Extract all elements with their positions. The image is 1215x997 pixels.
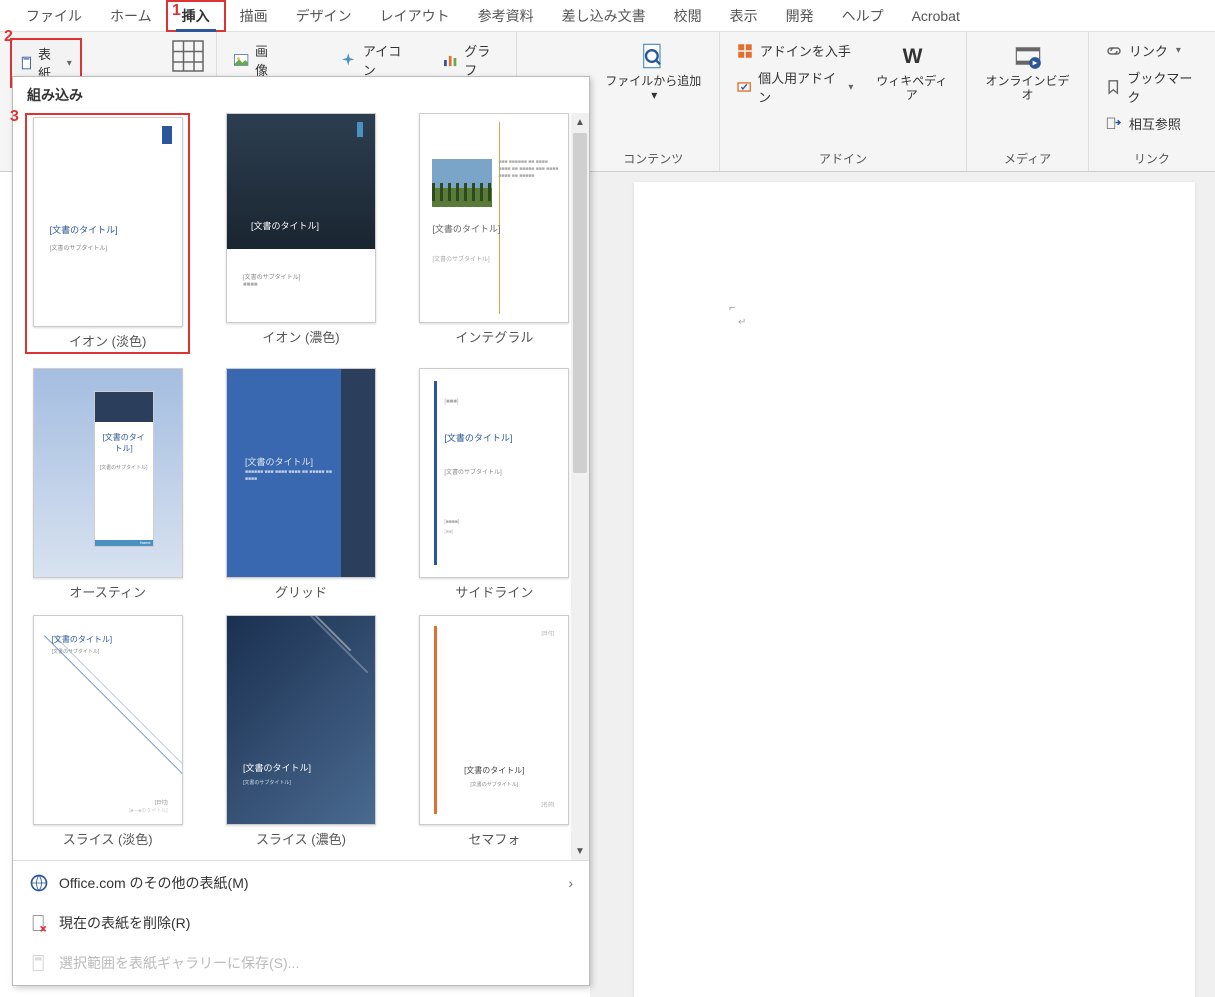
group-contents-label: コンテンツ	[598, 146, 709, 167]
gallery-header: 組み込み	[13, 77, 589, 113]
annotation-1: 1	[172, 2, 181, 20]
document-canvas: ⌐ ↵	[590, 172, 1215, 997]
cover-page-gallery: 組み込み [文書のタイトル] [文書のサブタイトル] イオン (淡色) [文書の…	[12, 76, 590, 986]
menu-view[interactable]: 表示	[716, 2, 772, 30]
gallery-scrollbar[interactable]: ▲ ▼	[571, 113, 589, 860]
scroll-down-button[interactable]: ▼	[571, 842, 589, 860]
menu-review[interactable]: 校閲	[660, 2, 716, 30]
scroll-thumb[interactable]	[573, 133, 587, 473]
my-addins-icon	[736, 78, 752, 96]
chevron-right-icon: ›	[568, 875, 573, 891]
menu-file[interactable]: ファイル	[12, 2, 96, 30]
cover-slice-light[interactable]: [文書のタイトル] [文書のサブタイトル] [日付] [■—■のタイトル] スラ…	[25, 615, 190, 848]
cover-slice-dark[interactable]: [文書のタイトル] [文書のサブタイトル] スライス (濃色)	[218, 615, 383, 848]
chart-icon	[442, 51, 458, 69]
menu-layout[interactable]: レイアウト	[366, 2, 464, 30]
bookmark-button[interactable]: ブックマーク	[1099, 65, 1205, 109]
menubar: ファイル ホーム 挿入 描画 デザイン レイアウト 参考資料 差し込み文書 校閲…	[0, 0, 1215, 32]
link-icon	[1105, 42, 1123, 60]
cross-ref-button[interactable]: 相互参照	[1099, 111, 1205, 136]
more-covers-button[interactable]: Office.com のその他の表紙(M) ›	[13, 863, 589, 903]
my-addins-button[interactable]: 個人用アドイン ▾	[730, 65, 860, 109]
cover-ion-light[interactable]: [文書のタイトル] [文書のサブタイトル] イオン (淡色)	[25, 113, 190, 354]
online-video-button[interactable]: オンラインビデオ	[977, 38, 1078, 107]
cover-austin[interactable]: [文書のタイトル] [文書のサブタイトル] Name オースティン	[25, 368, 190, 601]
document-page[interactable]: ⌐ ↵	[634, 182, 1195, 997]
menu-help[interactable]: ヘルプ	[828, 2, 898, 30]
cover-grid[interactable]: [文書のタイトル] ■■■■■■ ■■■ ■■■■ ■■■■ ■■ ■■■■■ …	[218, 368, 383, 601]
scroll-up-button[interactable]: ▲	[571, 113, 589, 131]
gallery-footer: Office.com のその他の表紙(M) › 現在の表紙を削除(R) 選択範囲…	[13, 860, 589, 985]
image-icon	[233, 51, 249, 69]
menu-draw[interactable]: 描画	[226, 2, 282, 30]
menu-home[interactable]: ホーム	[96, 2, 166, 30]
wikipedia-button[interactable]: W ウィキペディア	[867, 38, 956, 107]
cover-integral[interactable]: ■■■ ■■■■■■ ■■ ■■■■ ■■■■ ■■ ■■■■■ ■■■ ■■■…	[412, 113, 577, 354]
table-icon[interactable]	[170, 38, 206, 74]
group-media-label: メディア	[977, 146, 1078, 167]
chevron-down-icon: ▾	[67, 58, 72, 69]
paragraph-mark: ↵	[738, 317, 746, 328]
file-reuse-button[interactable]: ファイルから追加 ▾	[598, 38, 709, 107]
addins-store-icon	[736, 42, 754, 60]
svg-text:W: W	[902, 45, 922, 68]
menu-design[interactable]: デザイン	[282, 2, 366, 30]
menu-acrobat[interactable]: Acrobat	[898, 4, 974, 28]
file-reuse-icon	[639, 42, 667, 70]
bookmark-icon	[1105, 78, 1122, 96]
link-button[interactable]: リンク ▾	[1099, 38, 1205, 63]
menu-developer[interactable]: 開発	[772, 2, 828, 30]
video-icon	[1014, 42, 1042, 70]
cover-sideline[interactable]: [■■■] [文書のタイトル] [文書のサブタイトル] [■■■■] [■■] …	[412, 368, 577, 601]
save-selection-button: 選択範囲を表紙ギャラリーに保存(S)...	[13, 943, 589, 983]
menu-mailings[interactable]: 差し込み文書	[548, 2, 660, 30]
wikipedia-icon: W	[898, 42, 926, 70]
menu-references[interactable]: 参考資料	[464, 2, 548, 30]
globe-icon	[29, 873, 49, 893]
annotation-3: 3	[10, 108, 19, 126]
group-links-label: リンク	[1099, 146, 1205, 167]
group-addins-label: アドイン	[730, 146, 956, 167]
cover-ion-dark[interactable]: [文書のタイトル] [文書のサブタイトル] ■■■■ イオン (濃色)	[218, 113, 383, 354]
page-icon	[20, 55, 34, 71]
sparkle-icon	[340, 51, 356, 69]
annotation-2: 2	[4, 28, 13, 46]
cover-semaphore[interactable]: [日付] [文書のタイトル] [文書のサブタイトル] [名前] セマフォ	[412, 615, 577, 848]
delete-page-icon	[29, 913, 49, 933]
get-addins-button[interactable]: アドインを入手	[730, 38, 860, 63]
cross-ref-icon	[1105, 115, 1123, 133]
save-gallery-icon	[29, 953, 49, 973]
remove-cover-button[interactable]: 現在の表紙を削除(R)	[13, 903, 589, 943]
page-margin-corner: ⌐	[729, 302, 735, 314]
